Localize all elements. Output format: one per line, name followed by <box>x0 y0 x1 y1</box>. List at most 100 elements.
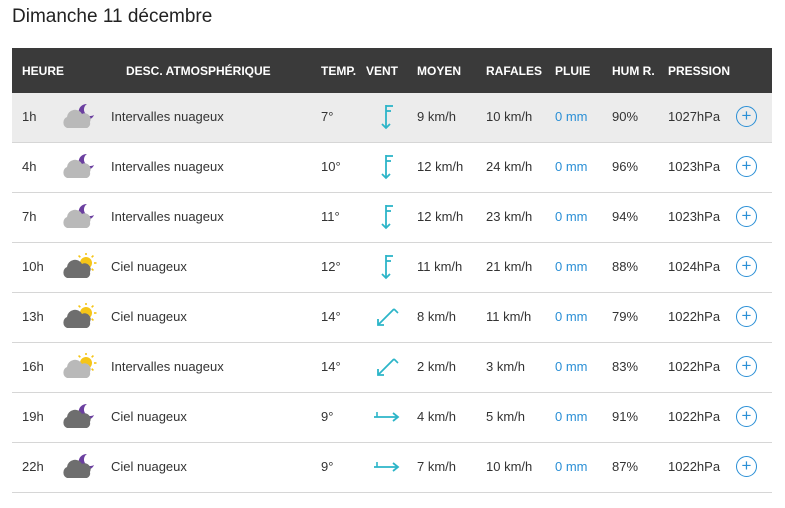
description-cell: Ciel nuageux <box>111 309 187 324</box>
expand-plus-icon[interactable]: + <box>736 306 757 327</box>
pressure-cell: 1023hPa <box>668 159 721 174</box>
table-row: 10h Ciel nuageux 12° 11 km/h 21 km/h 0 m… <box>12 243 772 293</box>
table-header: HEURE DESC. ATMOSPHÉRIQUE TEMP. VENT MOY… <box>12 48 772 93</box>
pressure-cell: 1024hPa <box>668 259 721 274</box>
rain-cell: 0 mm <box>555 459 588 474</box>
pressure-cell: 1023hPa <box>668 209 721 224</box>
description-cell: Intervalles nuageux <box>111 109 224 124</box>
cloud-sun-dark-icon <box>60 252 98 281</box>
wind-gust-cell: 3 km/h <box>486 359 526 374</box>
hour-cell: 4h <box>22 159 37 174</box>
wind-avg-cell: 12 km/h <box>417 159 464 174</box>
table-row: 4h Intervalles nuageux 10° 12 km/h 24 km… <box>12 143 772 193</box>
wind-arrow-ne-icon <box>372 303 400 331</box>
hour-cell: 22h <box>22 459 44 474</box>
pressure-cell: 1022hPa <box>668 309 721 324</box>
humidity-cell: 88% <box>612 259 639 274</box>
col-temp: TEMP. <box>321 64 357 78</box>
humidity-cell: 83% <box>612 359 639 374</box>
hour-cell: 13h <box>22 309 44 324</box>
hour-cell: 10h <box>22 259 44 274</box>
pressure-cell: 1027hPa <box>668 109 721 124</box>
wind-avg-cell: 4 km/h <box>417 409 457 424</box>
col-desc: DESC. ATMOSPHÉRIQUE <box>126 64 271 78</box>
rain-cell: 0 mm <box>555 409 588 424</box>
humidity-cell: 79% <box>612 309 639 324</box>
expand-plus-icon[interactable]: + <box>736 256 757 277</box>
wind-arrow-n-icon <box>372 253 400 281</box>
description-cell: Ciel nuageux <box>111 459 187 474</box>
rain-cell: 0 mm <box>555 259 588 274</box>
pressure-cell: 1022hPa <box>668 459 721 474</box>
col-hum: HUM R. <box>612 64 655 78</box>
cloud-moon-icon <box>60 203 98 231</box>
wind-avg-cell: 9 km/h <box>417 109 457 124</box>
wind-arrow-w-icon <box>372 403 400 431</box>
description-cell: Ciel nuageux <box>111 259 187 274</box>
wind-gust-cell: 5 km/h <box>486 409 526 424</box>
forecast-table: HEURE DESC. ATMOSPHÉRIQUE TEMP. VENT MOY… <box>12 48 772 493</box>
description-cell: Intervalles nuageux <box>111 159 224 174</box>
expand-plus-icon[interactable]: + <box>736 106 757 127</box>
cloud-sun-light-icon <box>60 352 98 381</box>
wind-gust-cell: 21 km/h <box>486 259 533 274</box>
expand-plus-icon[interactable]: + <box>736 156 757 177</box>
page-title: Dimanche 11 décembre <box>12 6 213 27</box>
pressure-cell: 1022hPa <box>668 409 721 424</box>
cloud-sun-dark-icon <box>60 302 98 331</box>
temperature-cell: 9° <box>321 459 334 474</box>
col-vent: VENT <box>366 64 399 78</box>
rain-cell: 0 mm <box>555 359 588 374</box>
table-row: 13h Ciel nuageux 14° 8 km/h 11 km/h 0 mm… <box>12 293 772 343</box>
col-moyen: MOYEN <box>417 64 462 78</box>
hour-cell: 16h <box>22 359 44 374</box>
col-pluie: PLUIE <box>555 64 591 78</box>
wind-arrow-ne-icon <box>372 353 400 381</box>
expand-plus-icon[interactable]: + <box>736 456 757 477</box>
rain-cell: 0 mm <box>555 209 588 224</box>
humidity-cell: 90% <box>612 109 639 124</box>
hour-cell: 1h <box>22 109 37 124</box>
col-pression: PRESSION <box>668 64 731 78</box>
temperature-cell: 9° <box>321 409 334 424</box>
table-row: 16h Intervalles nuageux 14° 2 km/h 3 km/… <box>12 343 772 393</box>
wind-avg-cell: 11 km/h <box>417 259 463 274</box>
wind-gust-cell: 10 km/h <box>486 459 533 474</box>
rain-cell: 0 mm <box>555 159 588 174</box>
cloud-moon-dark-icon <box>60 403 98 431</box>
wind-arrow-n-icon <box>372 103 400 131</box>
col-rafales: RAFALES <box>486 64 543 78</box>
cloud-moon-dark-icon <box>60 453 98 481</box>
cloud-moon-icon <box>60 103 98 131</box>
rain-cell: 0 mm <box>555 309 588 324</box>
description-cell: Intervalles nuageux <box>111 209 224 224</box>
expand-plus-icon[interactable]: + <box>736 406 757 427</box>
wind-arrow-w-icon <box>372 453 400 481</box>
wind-avg-cell: 2 km/h <box>417 359 457 374</box>
table-row: 1h Intervalles nuageux 7° 9 km/h 10 km/h… <box>12 93 772 143</box>
temperature-cell: 7° <box>321 109 334 124</box>
description-cell: Ciel nuageux <box>111 409 187 424</box>
description-cell: Intervalles nuageux <box>111 359 224 374</box>
table-row: 7h Intervalles nuageux 11° 12 km/h 23 km… <box>12 193 772 243</box>
col-heure: HEURE <box>22 64 65 78</box>
wind-gust-cell: 10 km/h <box>486 109 533 124</box>
wind-avg-cell: 12 km/h <box>417 209 464 224</box>
humidity-cell: 91% <box>612 409 639 424</box>
expand-plus-icon[interactable]: + <box>736 356 757 377</box>
table-row: 19h Ciel nuageux 9° 4 km/h 5 km/h 0 mm 9… <box>12 393 772 443</box>
pressure-cell: 1022hPa <box>668 359 721 374</box>
temperature-cell: 11° <box>321 209 340 224</box>
hour-cell: 7h <box>22 209 37 224</box>
temperature-cell: 10° <box>321 159 341 174</box>
expand-plus-icon[interactable]: + <box>736 206 757 227</box>
temperature-cell: 12° <box>321 259 341 274</box>
wind-gust-cell: 24 km/h <box>486 159 533 174</box>
humidity-cell: 87% <box>612 459 639 474</box>
wind-gust-cell: 23 km/h <box>486 209 533 224</box>
temperature-cell: 14° <box>321 359 341 374</box>
wind-avg-cell: 8 km/h <box>417 309 457 324</box>
wind-arrow-n-icon <box>372 153 400 181</box>
cloud-moon-icon <box>60 153 98 181</box>
rain-cell: 0 mm <box>555 109 588 124</box>
